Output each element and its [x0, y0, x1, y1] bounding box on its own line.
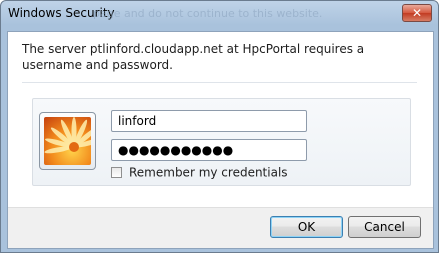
divider — [22, 82, 417, 83]
title-bar[interactable]: Windows Security page and do not continu… — [1, 1, 438, 26]
cancel-button[interactable]: Cancel — [348, 216, 421, 238]
server-message: The server ptlinford.cloudapp.net at Hpc… — [22, 42, 365, 72]
password-field[interactable]: ●●●●●●●●●●● — [111, 139, 307, 161]
close-button[interactable]: ✕ — [402, 4, 432, 22]
user-tile-picture — [39, 112, 96, 170]
background-page-text: page and do not continue to this website… — [93, 7, 323, 20]
windows-security-dialog: Windows Security page and do not continu… — [0, 0, 439, 253]
dialog-body: The server ptlinford.cloudapp.net at Hpc… — [7, 31, 434, 249]
ok-button[interactable]: OK — [270, 216, 343, 238]
credential-tile[interactable]: linford ●●●●●●●●●●● Remember my credenti… — [32, 98, 411, 186]
checkbox-box[interactable] — [111, 167, 122, 178]
remember-credentials-label: Remember my credentials — [129, 165, 288, 180]
flower-user-tile-icon — [44, 117, 91, 165]
username-field[interactable]: linford — [111, 110, 307, 132]
button-bar: OK Cancel — [8, 207, 433, 248]
close-icon: ✕ — [411, 6, 423, 20]
remember-credentials-checkbox[interactable]: Remember my credentials — [111, 165, 288, 181]
